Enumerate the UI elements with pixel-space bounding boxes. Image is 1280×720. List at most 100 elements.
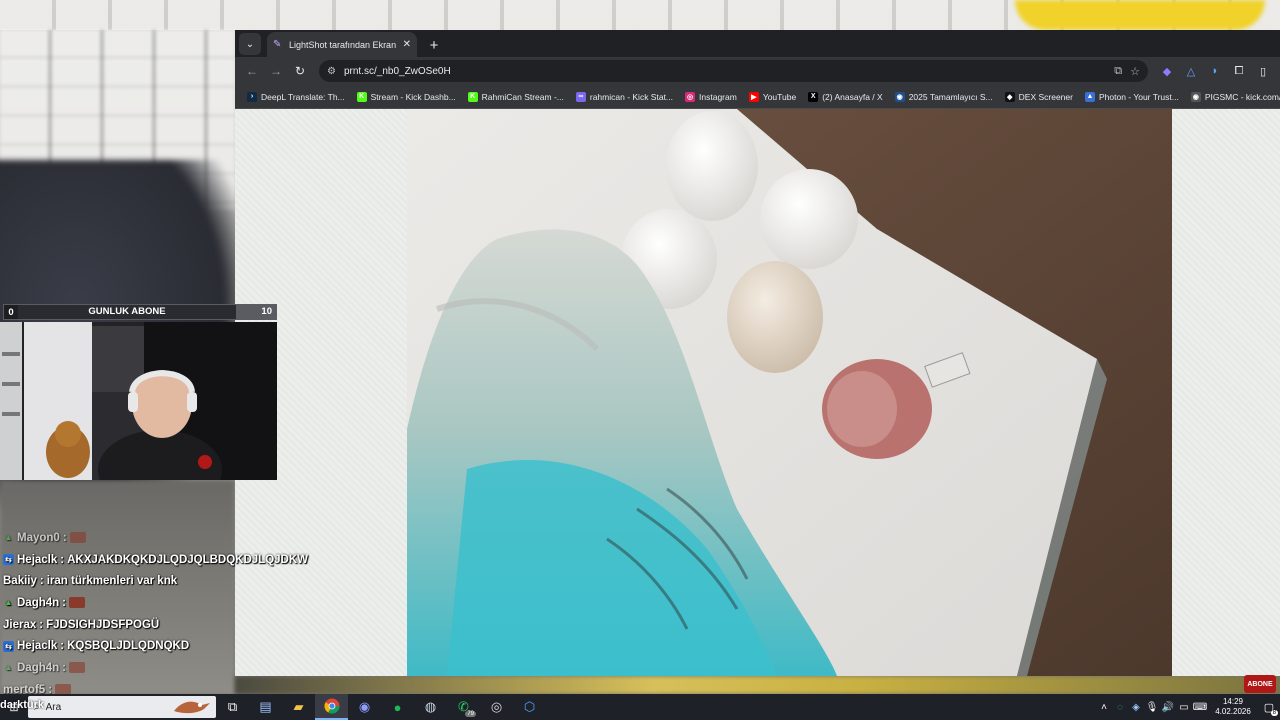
spotify-app-icon[interactable]: ● (381, 694, 414, 720)
system-clock[interactable]: 14:29 4.02.2026 (1208, 697, 1258, 717)
lightshot-feather-icon: ✎ (273, 38, 282, 50)
tab-lightshot[interactable]: ✎ LightShot tarafından Ekran Gör... ✕ (267, 32, 417, 57)
link-icon: ∞ (575, 91, 586, 102)
taskbar-search[interactable]: ⌕ Ara (28, 696, 216, 718)
windows-taskbar: ⊞ ⌕ Ara ⧉ ▤ ▰ ◉ ● ◍ ✆ 79 ◎ ⬡ ˄ ◌ ◈ 🎙 🔊 ▭ … (0, 694, 1280, 720)
chat-username: Hejaclk (17, 640, 58, 653)
bookmark-item[interactable]: X (2) Anasayfa / X (802, 87, 888, 107)
chat-message: Bakiiy : iran türkmenleri var knk (3, 570, 333, 592)
search-highlight-bird-icon (174, 701, 210, 714)
chat-text: iran türkmenleri var knk (46, 575, 178, 588)
sidebar-icon[interactable]: ▯ (1252, 60, 1274, 82)
microphone-icon[interactable]: 🎙 (1144, 702, 1160, 713)
chat-emote-icon (69, 532, 86, 544)
bookmark-label: DEX Screener (1018, 91, 1073, 102)
bookmark-item[interactable]: › DeepL Translate: Th... (241, 87, 351, 107)
bookmark-item[interactable]: ∞ rahmican - Kick Stat... (570, 87, 679, 107)
chat-separator: : (62, 531, 67, 544)
chat-separator: : (39, 575, 44, 588)
bookmark-star-icon[interactable]: ☆ (1130, 65, 1140, 78)
chat-username: Mayon0 (17, 531, 60, 544)
chat-emote-icon (69, 597, 86, 609)
chat-username: Bakiiy (3, 575, 37, 588)
background-yellow-object (1015, 0, 1265, 30)
extension-icon[interactable]: ◆ (1156, 60, 1178, 82)
chat-message: ▲ Dagh4n : (3, 592, 333, 614)
photon-icon: ▲ (1084, 91, 1095, 102)
webcam-feed (0, 322, 277, 480)
browser-window: ⌄ ✎ LightShot tarafından Ekran Gör... ✕ … (235, 30, 1280, 676)
reload-button[interactable]: ↻ (289, 60, 311, 82)
bookmark-item[interactable]: ◉PIGSMC - kick.com/... (1185, 87, 1280, 107)
volume-icon[interactable]: 🔊 (1160, 702, 1176, 713)
webcam-image (0, 322, 277, 480)
chat-username: Dagh4n (17, 661, 60, 674)
dex-icon: ◆ (1004, 91, 1015, 102)
bookmark-item[interactable]: ◆ DEX Screener (999, 87, 1079, 107)
sub-goal-target: 10 (236, 305, 276, 319)
chat-emote-icon (69, 662, 86, 674)
streamer-name-overlay: darktürk (0, 699, 45, 711)
youtube-icon: ▶ (748, 91, 759, 102)
extensions-puzzle-icon[interactable]: ⧠ (1228, 60, 1250, 82)
steam-app-icon[interactable]: ◍ (414, 694, 447, 720)
abone-logo: ABONE (1244, 675, 1276, 693)
chat-message: ▲ Dagh4n : (3, 657, 333, 679)
chrome-icon (323, 698, 339, 714)
chat-text: FJDSIGHJDSFPOGÜ (46, 618, 160, 631)
chat-message: Jierax : FJDSIGHJDSFPOGÜ (3, 614, 333, 636)
bookmark-label: (2) Anasayfa / X (822, 91, 883, 102)
notification-center-icon[interactable]: ▢ 8 (1258, 701, 1280, 716)
moderator-badge-icon: ▲ (4, 598, 13, 608)
sub-goal-bar: 0 GUNLUK ABONE 10 (3, 304, 277, 320)
subscriber-badge-icon: ⇆ (3, 640, 14, 652)
bookmark-label: Stream - Kick Dashb... (370, 91, 456, 102)
file-explorer-icon[interactable]: ▰ (282, 694, 315, 720)
discord-app-icon[interactable]: ◉ (348, 694, 381, 720)
bookmark-item[interactable]: ▶ YouTube (743, 87, 802, 107)
bookmark-item[interactable]: K RahmiCan Stream -... (462, 87, 570, 107)
kick-icon: K (356, 91, 367, 102)
forward-button[interactable]: → (265, 60, 287, 82)
address-bar[interactable]: ⚙ prnt.sc/_nb0_ZwOSe0H ⧉ ☆ (319, 60, 1148, 82)
network-app-icon[interactable]: ⬡ (513, 694, 546, 720)
back-button[interactable]: ← (241, 60, 263, 82)
extension-icon[interactable]: ◗ (1204, 60, 1226, 82)
screenshot-image[interactable] (407, 109, 1172, 676)
chrome-app-icon[interactable] (315, 694, 348, 720)
task-view-icon[interactable]: ⧉ (216, 694, 249, 720)
browser-toolbar: ← → ↻ ⚙ prnt.sc/_nb0_ZwOSe0H ⧉ ☆ ◆ △ ◗ ⧠… (235, 57, 1280, 85)
chat-overlay: ▲ Mayon0 : ⇆ Hejaclk : AKXJAKDKQKDJLQDJQLBD… (3, 527, 333, 701)
extension-icon[interactable]: △ (1180, 60, 1202, 82)
tray-app-icon[interactable]: ◈ (1128, 702, 1144, 713)
tab-title: LightShot tarafından Ekran Gör... (289, 39, 397, 50)
chat-separator: : (60, 553, 65, 566)
bookmark-item[interactable]: ▲ Photon - Your Trust... (1079, 87, 1185, 107)
notification-count: 8 (1270, 709, 1278, 716)
deepl-icon: › (247, 91, 257, 102)
budgie-eggs-photo (407, 109, 1172, 676)
site-info-icon[interactable]: ⚙ (327, 66, 336, 77)
chat-message: ⇆ Hejaclk : KQSBQLJDLQDNQKD (3, 635, 333, 657)
tab-search-button[interactable]: ⌄ (239, 33, 261, 55)
cast-icon[interactable]: ⧉ (1114, 65, 1122, 78)
bookmark-label: Photon - Your Trust... (1098, 91, 1179, 102)
bookmark-label: DeepL Translate: Th... (261, 91, 345, 102)
bookmark-item[interactable]: ◎ Instagram (679, 87, 743, 107)
chat-separator: : (60, 640, 65, 653)
keyboard-layout-icon[interactable]: ⌨ (1192, 702, 1208, 713)
close-tab-icon[interactable]: ✕ (403, 39, 411, 50)
tray-app-icon[interactable]: ◌ (1112, 702, 1128, 713)
page-viewport (235, 109, 1280, 676)
whatsapp-app-icon[interactable]: ✆ 79 (447, 694, 480, 720)
chat-separator: : (39, 618, 44, 631)
search-placeholder: Ara (45, 701, 62, 713)
bookmark-item[interactable]: ◉ 2025 Tamamlayıcı S... (889, 87, 999, 107)
show-hidden-icons-chevron-icon[interactable]: ˄ (1096, 702, 1112, 713)
network-icon[interactable]: ▭ (1176, 702, 1192, 713)
bookmark-label: 2025 Tamamlayıcı S... (908, 91, 993, 102)
obs-app-icon[interactable]: ◎ (480, 694, 513, 720)
bookmark-item[interactable]: K Stream - Kick Dashb... (351, 87, 462, 107)
new-tab-button[interactable]: + (423, 34, 445, 56)
notepad-app-icon[interactable]: ▤ (249, 694, 282, 720)
